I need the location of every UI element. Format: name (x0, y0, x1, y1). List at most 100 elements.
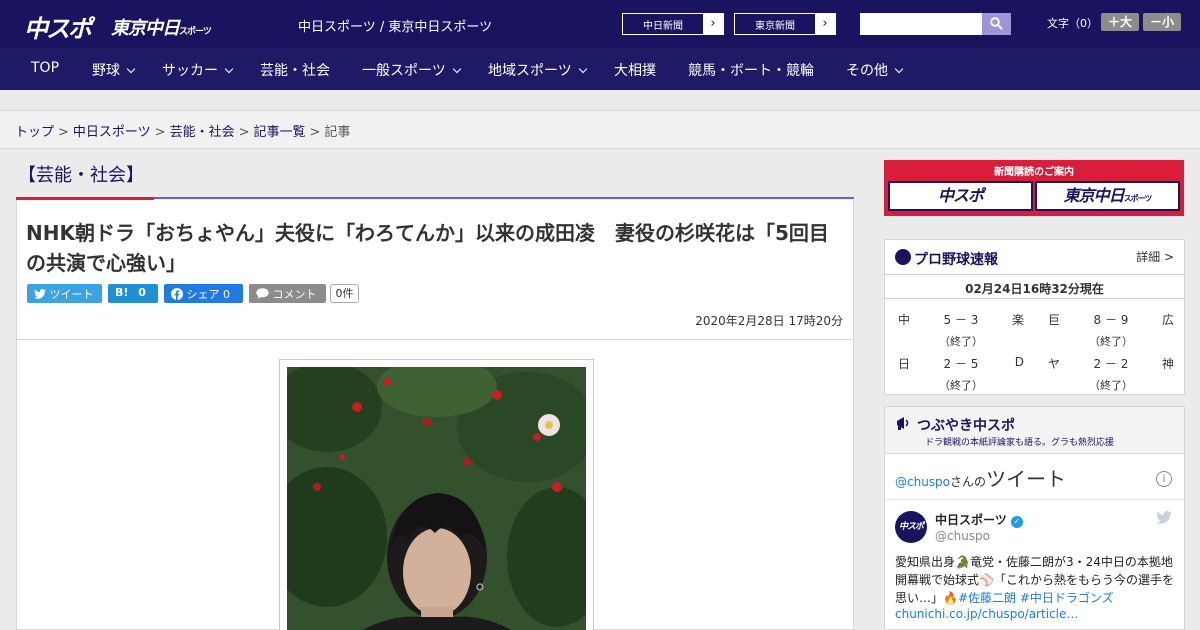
category-header: 【芸能・社会】 (16, 158, 854, 200)
twitter-bird-icon[interactable] (1156, 511, 1172, 524)
subscription-tokyo-chunichi-text: 東京中日 (1063, 186, 1125, 205)
tweet-author[interactable]: 中日スポーツ ✓ (935, 511, 1023, 528)
subscription-tokyo-chunichi-small: スポーツ (1123, 194, 1153, 203)
article-photo-panel (16, 340, 854, 630)
score: 8 － 9 (1093, 313, 1129, 327)
tweet-author-name: 中日スポーツ (935, 513, 1007, 527)
search-input[interactable] (860, 13, 982, 35)
info-icon[interactable]: i (1156, 471, 1172, 487)
twitter-icon (34, 289, 46, 299)
article-photo-frame (279, 359, 594, 630)
site-title[interactable]: 中日スポーツ / 東京中日スポーツ (298, 16, 492, 35)
comment-count[interactable]: 0件 (330, 284, 359, 303)
scoreboard-header: プロ野球速報 詳細 > (885, 240, 1184, 275)
tweets-label: ツイート (986, 467, 1067, 491)
article-header: NHK朝ドラ「おちょやん」夫役に「わろてんか」以来の成田凌 妻役の杉咲花は「5回… (16, 200, 854, 340)
account-handle-link[interactable]: @chuspo (895, 475, 950, 489)
tokyo-chunichi-logo-small: スポーツ (179, 27, 212, 37)
chevron-right-icon: › (703, 14, 723, 34)
breadcrumb-separator: > (309, 125, 321, 140)
game-status: （終了） (939, 379, 983, 392)
score: 5 － 3 (943, 313, 979, 327)
home-team: 巨 (1048, 313, 1061, 327)
tweet-button[interactable]: ツイート (27, 284, 102, 303)
nav-item-soccer[interactable]: サッカー (162, 60, 234, 80)
nav-item-label: 野球 (92, 63, 120, 79)
away-team: 楽 (1011, 313, 1024, 327)
font-bigger-button[interactable]: ＋大 (1101, 13, 1139, 31)
nav-item-label: 地域スポーツ (488, 63, 572, 79)
site-header: 中スポ 東京中日スポーツ 中日スポーツ / 東京中日スポーツ 中日新聞 › 東京… (0, 0, 1200, 48)
breadcrumb-chunichi-sports[interactable]: 中日スポーツ (73, 125, 151, 140)
nav-item-sumo[interactable]: 大相撲 (614, 60, 656, 80)
twitter-widget-header: つぶやき中スポ ドラ観戦の本紙評論家も語る。グラも熱烈応援 (885, 407, 1184, 454)
avatar[interactable]: 中スポ (895, 511, 927, 543)
facebook-icon (171, 288, 183, 300)
chevron-down-icon (894, 64, 904, 74)
nav-item-top[interactable]: TOP (31, 60, 59, 76)
nav-item-label: 競馬・ボート・競輪 (688, 63, 814, 79)
scoreboard-title: プロ野球速報 (914, 252, 998, 268)
tokyo-chunichi-logo[interactable]: 東京中日スポーツ (111, 14, 212, 40)
font-smaller-button[interactable]: －小 (1143, 13, 1181, 31)
facebook-share-count: 0 (223, 288, 230, 301)
tweet-handle[interactable]: @chuspo (935, 529, 990, 543)
facebook-share-button[interactable]: シェア 0 (164, 284, 243, 303)
game-score[interactable]: 日 2 － 5 D （終了） (885, 343, 1035, 392)
tokyo-shimbun-link[interactable]: 東京新聞 › (734, 13, 836, 35)
chevron-down-icon (452, 64, 461, 74)
comment-button[interactable]: コメント (249, 284, 326, 303)
search-button[interactable] (982, 13, 1011, 35)
hatena-bookmark-button[interactable]: B! 0 (108, 284, 158, 303)
facebook-share-label: シェア (186, 288, 220, 301)
breadcrumb-entertainment[interactable]: 芸能・社会 (170, 125, 235, 140)
tweet-link[interactable]: chunichi.co.jp/chuspo/article… (895, 607, 1078, 621)
category-label[interactable]: 【芸能・社会】 (18, 161, 144, 187)
scoreboard-detail-link[interactable]: 詳細 > (1136, 248, 1174, 265)
scoreboard-updated: 02月24日16時32分現在 (965, 282, 1104, 296)
chevron-down-icon (224, 64, 234, 74)
baseball-scoreboard: プロ野球速報 詳細 > 02月24日16時32分現在 中 5 － 3 楽 （終了… (884, 239, 1185, 395)
article-photo[interactable] (287, 367, 586, 630)
home-team: ヤ (1048, 357, 1061, 371)
hatena-count: 0 (138, 286, 146, 299)
game-score[interactable]: ヤ 2 － 2 神 （終了） (1035, 343, 1185, 392)
chevron-down-icon (578, 64, 587, 74)
breadcrumb-separator: > (58, 125, 69, 140)
tokyo-shimbun-label: 東京新聞 (755, 21, 795, 32)
verified-icon: ✓ (1010, 516, 1023, 528)
breadcrumb-current: 記事 (324, 125, 351, 140)
nav-item-baseball[interactable]: 野球 (92, 60, 136, 80)
tweet-text: 愛知県出身🐊竜党・佐藤二朗が3・24中日の本拠地開幕戦で始球式⚾「これから熱をも… (895, 553, 1177, 607)
home-team: 日 (898, 357, 911, 371)
game-score[interactable]: 中 5 － 3 楽 （終了） (885, 299, 1035, 348)
subscription-chuspo-logo[interactable]: 中スポ (888, 181, 1033, 211)
game-score[interactable]: 巨 8 － 9 広 （終了） (1035, 299, 1185, 348)
breadcrumb-article-list[interactable]: 記事一覧 (254, 125, 306, 140)
baseball-icon (895, 249, 911, 265)
chunichi-shimbun-link[interactable]: 中日新聞 › (622, 13, 724, 35)
nav-item-other[interactable]: その他 (846, 60, 904, 80)
subscription-tokyo-chunichi-logo[interactable]: 東京中日スポーツ (1035, 181, 1180, 211)
comment-bubble-icon (256, 288, 269, 299)
home-team: 中 (898, 313, 911, 327)
megaphone-icon (897, 417, 909, 430)
subscription-banner[interactable]: 新聞購読のご案内 中スポ 東京中日スポーツ (884, 160, 1184, 216)
game-status: （終了） (1089, 379, 1133, 392)
breadcrumb-top[interactable]: トップ (15, 125, 54, 140)
score: 2 － 5 (943, 357, 979, 371)
tweet-hashtags[interactable]: #佐藤二朗 #中日ドラゴンズ (958, 591, 1114, 605)
ad-strip (0, 90, 1200, 111)
nav-item-entertainment[interactable]: 芸能・社会 (260, 60, 330, 80)
article-title: NHK朝ドラ「おちょやん」夫役に「わろてんか」以来の成田凌 妻役の杉咲花は「5回… (26, 221, 829, 275)
nav-item-local-sports[interactable]: 地域スポーツ (488, 60, 587, 80)
main-nav: TOP 野球 サッカー 芸能・社会 一般スポーツ 地域スポーツ 大相撲 競馬・ボ… (0, 48, 1200, 90)
tweet-label: ツイート (49, 288, 94, 301)
nav-item-general-sports[interactable]: 一般スポーツ (362, 60, 461, 80)
chuspo-logo[interactable]: 中スポ (24, 9, 92, 44)
nav-item-racing[interactable]: 競馬・ボート・競輪 (688, 60, 814, 80)
category-underline (154, 197, 854, 199)
nav-item-label: 大相撲 (614, 63, 656, 79)
nav-item-label: TOP (31, 60, 60, 76)
hatena-icon: B! (115, 286, 129, 299)
